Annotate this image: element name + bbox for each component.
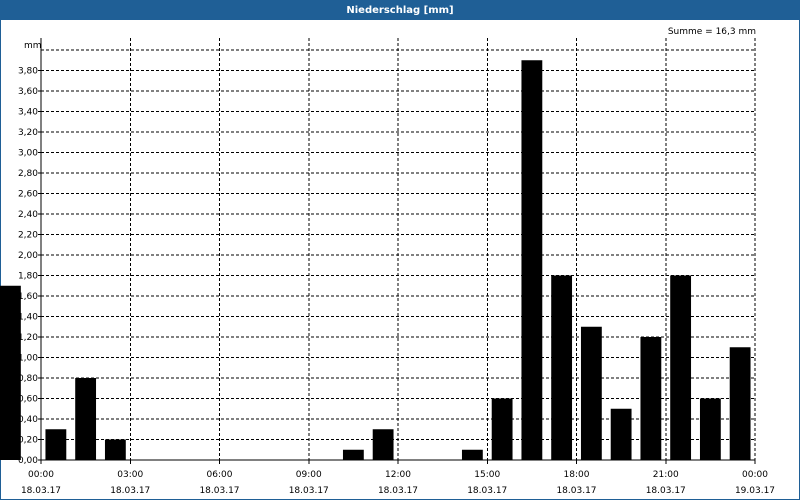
y-tick-label: 3,00 [18, 149, 38, 159]
y-tick-label: 1,60 [18, 292, 38, 302]
tick-labels: 0,00 0,20 0,40 0,60 0,80 1,00 1,20 1,40 1,60 1,80… [18, 67, 775, 497]
y-tick-label: 1,00 [18, 354, 38, 364]
x-tick-date-label: 18.03.17 [21, 486, 61, 496]
bar [491, 398, 513, 460]
y-tick-label: 3,20 [18, 128, 38, 138]
bar [75, 378, 97, 460]
y-tick-label: 3,40 [18, 108, 38, 118]
y-tick-label: 1,40 [18, 313, 38, 323]
y-tick-label: 2,80 [18, 169, 38, 179]
y-tick-label: 2,00 [18, 251, 38, 261]
bar [342, 449, 364, 460]
x-tick-date-label: 18.03.17 [646, 486, 686, 496]
x-tick-time-label: 21:00 [653, 470, 679, 480]
y-tick-label: 3,80 [18, 67, 38, 77]
x-tick-date-label: 18.03.17 [289, 486, 329, 496]
x-tick-time-label: 09:00 [296, 470, 322, 480]
y-tick-label: 3,60 [18, 87, 38, 97]
x-tick-date-label: 18.03.17 [467, 486, 507, 496]
x-tick-time-label: 18:00 [564, 470, 590, 480]
y-tick-label: 2,40 [18, 210, 38, 220]
x-tick-time-label: 12:00 [385, 470, 411, 480]
x-tick-time-label: 03:00 [117, 470, 143, 480]
bar [45, 429, 67, 460]
summary-label: Summe = 16,3 mm [668, 27, 756, 37]
x-tick-date-label: 19.03.17 [735, 486, 775, 496]
y-tick-label: 0,80 [18, 374, 38, 384]
bar [372, 429, 394, 460]
bar [670, 275, 692, 460]
bar [461, 449, 483, 460]
x-tick-time-label: 00:00 [742, 470, 768, 480]
bar [580, 326, 602, 460]
x-tick-date-label: 18.03.17 [378, 486, 418, 496]
x-tick-time-label: 06:00 [207, 470, 233, 480]
x-tick-date-label: 18.03.17 [110, 486, 150, 496]
x-tick-date-label: 18.03.17 [556, 486, 596, 496]
y-tick-label: 2,20 [18, 231, 38, 241]
x-tick-time-label: 00:00 [28, 470, 54, 480]
bar [551, 275, 573, 460]
bars [0, 60, 751, 460]
bar [610, 408, 632, 460]
bar [521, 60, 543, 460]
y-axis-unit-label: mm [24, 41, 42, 51]
y-tick-label: 2,60 [18, 190, 38, 200]
y-tick-label: 0,60 [18, 395, 38, 405]
y-tick-label: 0,40 [18, 415, 38, 425]
y-tick-label: 1,80 [18, 272, 38, 282]
y-tick-label: 0,00 [18, 456, 38, 466]
x-tick-time-label: 15:00 [474, 470, 500, 480]
precipitation-chart: 0,00 0,20 0,40 0,60 0,80 1,00 1,20 1,40 1,60 1,80… [0, 27, 775, 497]
bar [729, 347, 751, 460]
bar [640, 337, 662, 460]
bar [699, 398, 721, 460]
bar [104, 439, 126, 460]
x-tick-date-label: 18.03.17 [199, 486, 239, 496]
y-tick-label: 0,20 [18, 436, 38, 446]
y-tick-label: 1,20 [18, 333, 38, 343]
